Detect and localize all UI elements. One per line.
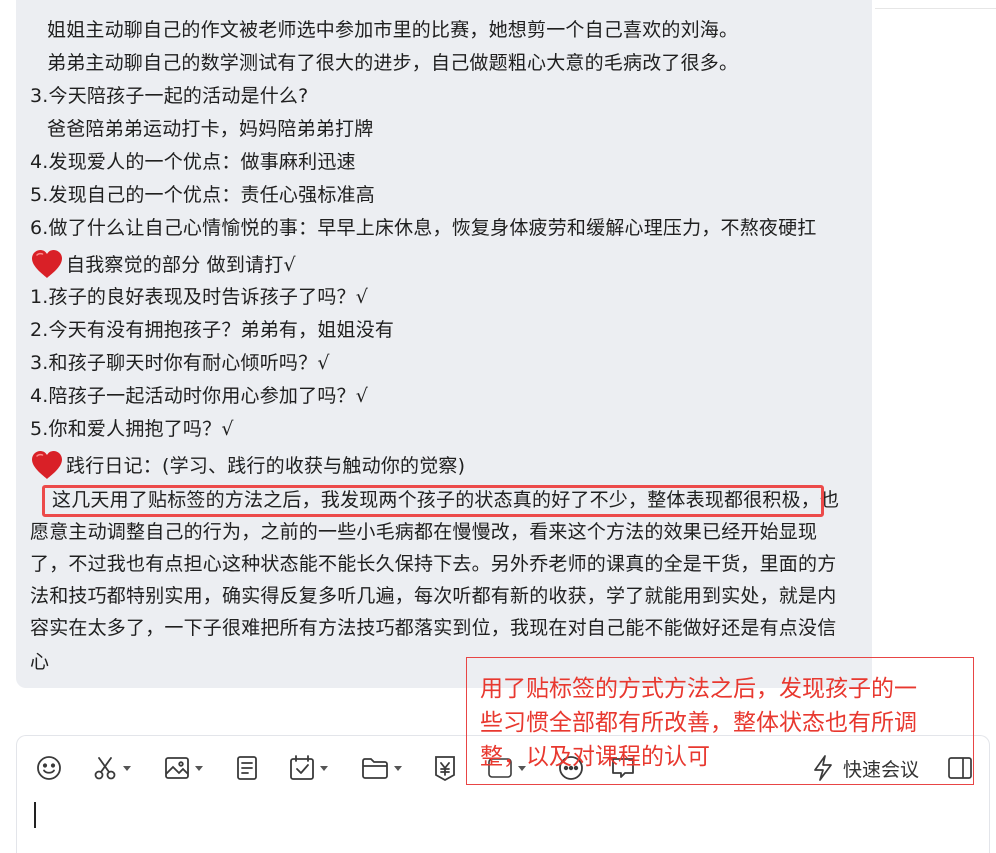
- message-line: 4.陪孩子一起活动时你用心参加了吗？√: [30, 385, 369, 407]
- message-line: 3.今天陪孩子一起的活动是什么?: [30, 85, 309, 107]
- message-line: 了，不过我也有点担心这种状态能不能长久保持下去。另外乔老师的课真的全是干货，里面…: [30, 553, 837, 575]
- calendar-check-icon[interactable]: [288, 753, 330, 783]
- chevron-down-icon[interactable]: [195, 763, 205, 773]
- chat-area: 姐姐主动聊自己的作文被老师选中参加市里的比赛，她想剪一个自己喜欢的刘海。 弟弟主…: [0, 0, 996, 735]
- smile-icon[interactable]: [35, 753, 63, 783]
- annotation-line: 用了贴标签的方式方法之后，发现孩子的一: [480, 676, 917, 702]
- message-line: 容实在太多了，一下子很难把所有方法技巧都落实到位，我现在对自己能不能做好还是有点…: [30, 617, 837, 639]
- folder-icon[interactable]: [360, 753, 404, 783]
- annotation-line: 些习惯全部都有所改善，整体状态也有所调: [480, 710, 917, 736]
- message-line: 爸爸陪弟弟运动打卡，妈妈陪弟弟打牌: [47, 118, 374, 140]
- chevron-down-icon[interactable]: [394, 763, 404, 773]
- message-line: 愿意主动调整自己的行为，之前的一些小毛病都在慢慢改，看来这个方法的效果已经开始显…: [30, 521, 818, 543]
- message-line-heart: 践行日记：(学习、践行的收获与触动你的觉察): [30, 450, 465, 480]
- message-line: 姐姐主动聊自己的作文被老师选中参加市里的比赛，她想剪一个自己喜欢的刘海。: [47, 19, 739, 41]
- money-icon[interactable]: [431, 753, 459, 783]
- message-line: 4.发现爱人的一个优点：做事麻利迅速: [30, 151, 356, 173]
- message-line: 5.你和爱人拥抱了吗？√: [30, 418, 234, 440]
- message-line: 心: [30, 651, 50, 673]
- top-divider: [875, 0, 996, 9]
- message-line: 1.孩子的良好表现及时告诉孩子了吗？√: [30, 286, 369, 308]
- message-line: 3.和孩子聊天时你有耐心倾听吗？√: [30, 352, 330, 374]
- scissors-icon[interactable]: [91, 753, 133, 783]
- heart-icon: [30, 249, 64, 279]
- chevron-down-icon[interactable]: [320, 763, 330, 773]
- message-line: 法和技巧都特别实用，确实得反复多听几遍，每次听都有新的收获，学了就能用到实处，就…: [30, 585, 837, 607]
- annotation-line: 整，以及对课程的认可: [480, 744, 710, 770]
- text-cursor: [34, 802, 36, 828]
- heart-icon: [30, 450, 64, 480]
- highlight-box: [42, 485, 824, 517]
- message-line: 弟弟主动聊自己的数学测试有了很大的进步，自己做题粗心大意的毛病改了很多。: [47, 52, 739, 74]
- annotation-box: 用了贴标签的方式方法之后，发现孩子的一 些习惯全部都有所改善，整体状态也有所调 …: [466, 657, 974, 785]
- message-line: 2.今天有没有拥抱孩子？弟弟有，姐姐没有: [30, 319, 395, 341]
- image-icon[interactable]: [163, 753, 205, 783]
- message-line-heart: 自我察觉的部分 做到请打√: [30, 249, 296, 279]
- message-line: 6.做了什么让自己心情愉悦的事：早早上床休息，恢复身体疲劳和缓解心理压力，不熬夜…: [30, 217, 817, 239]
- heart-line-text: 践行日记：(学习、践行的收获与触动你的觉察): [66, 455, 466, 477]
- document-icon[interactable]: [233, 753, 261, 783]
- message-line: 5.发现自己的一个优点：责任心强标准高: [30, 184, 375, 206]
- chevron-down-icon[interactable]: [123, 763, 133, 773]
- heart-line-text: 自我察觉的部分 做到请打√: [66, 254, 296, 276]
